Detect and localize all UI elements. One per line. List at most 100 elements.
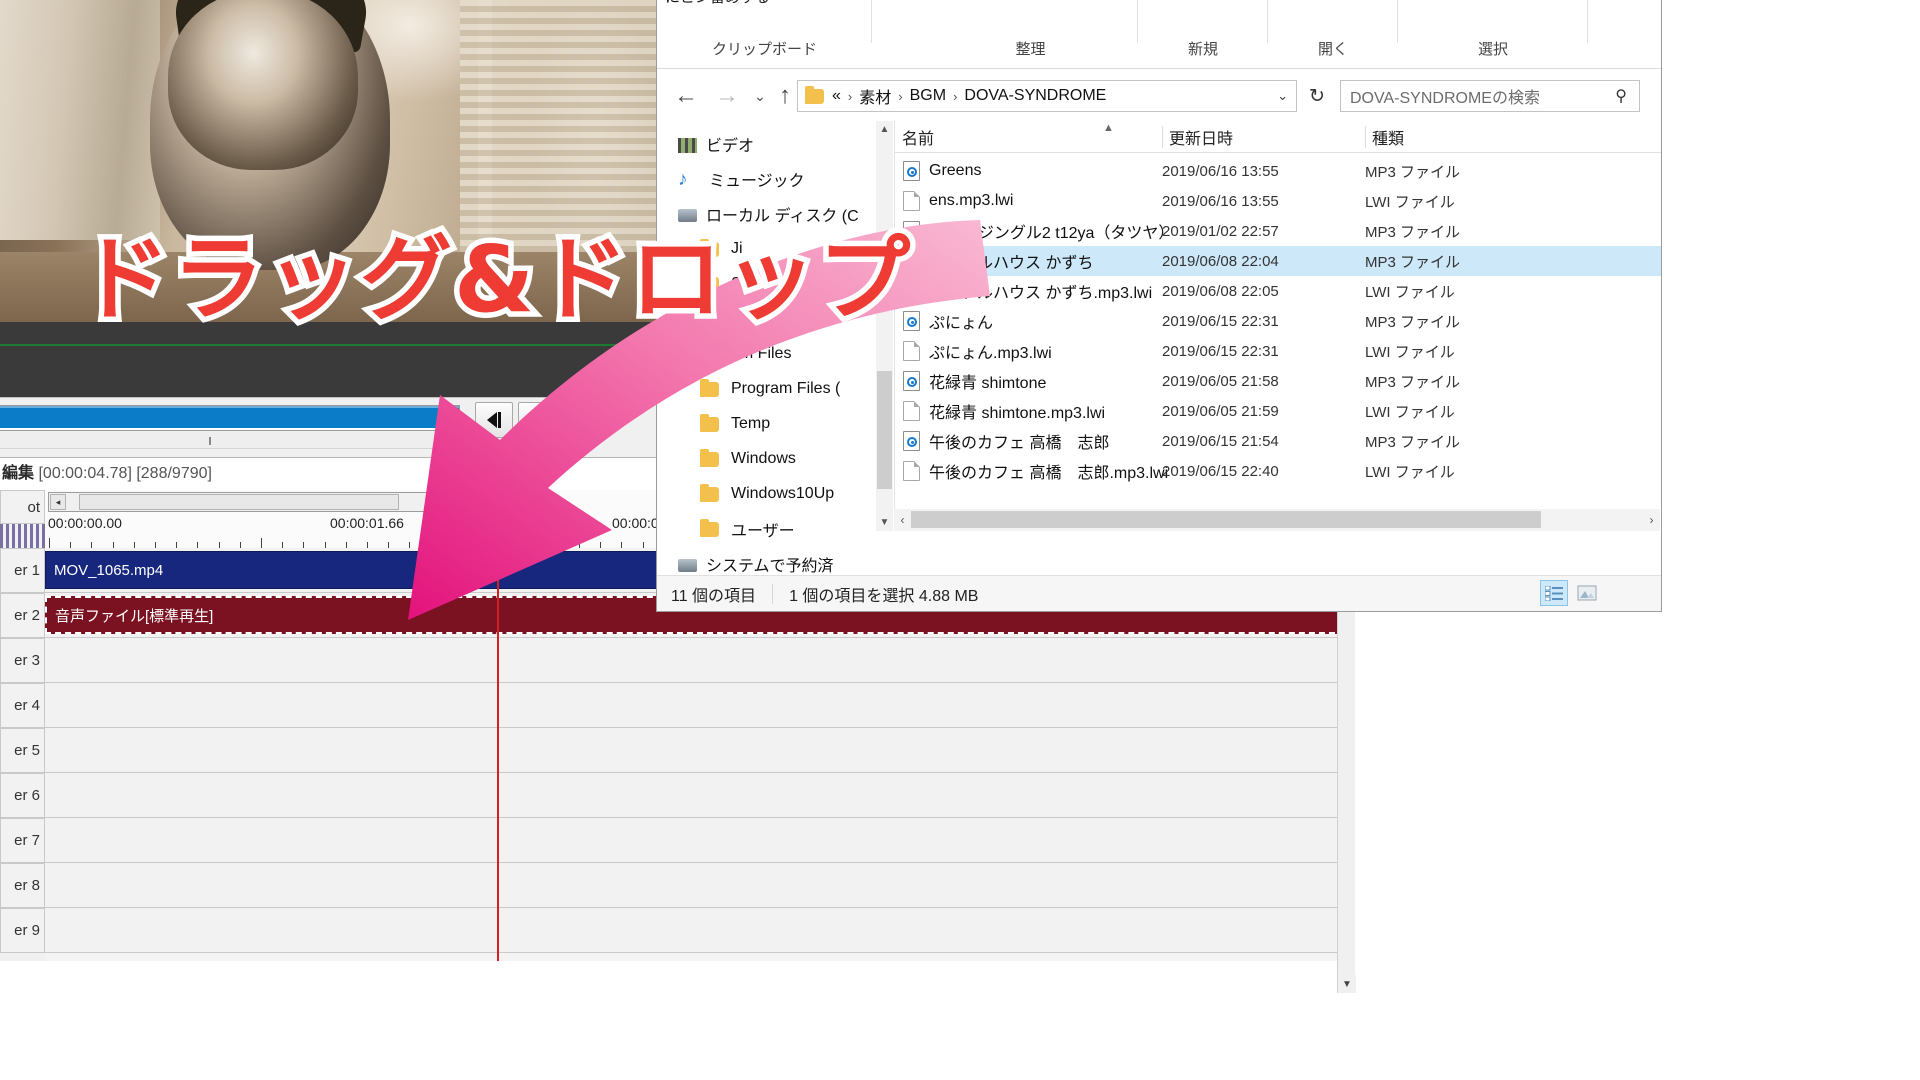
file-list-hscrollbar[interactable]: ‹ › — [894, 509, 1660, 531]
file-date-cell: 2019/06/16 13:55 — [1162, 192, 1279, 210]
file-type-cell: LWI ファイル — [1365, 283, 1455, 301]
timeline-track[interactable] — [45, 908, 1355, 953]
file-name-text: ぷにょん — [929, 315, 994, 332]
status-separator — [772, 583, 774, 604]
layer-name-column: ot er 1 er 2 er 3 er 4 er 5 er 6 er 7 er 8 er 9 — [0, 490, 45, 961]
layer-label: er 4 — [14, 697, 40, 714]
file-type-cell: LWI ファイル — [1365, 403, 1455, 421]
file-name-cell: ens.mp3.lwi — [903, 186, 1013, 216]
timeline-track[interactable] — [45, 773, 1355, 818]
timeline-hscrollbar[interactable]: ◂ — [48, 492, 438, 512]
layer-header-5[interactable]: er 5 — [0, 728, 45, 773]
address-breadcrumb[interactable]: « › 素材 › BGM › DOVA-SYNDROME ⌄ — [797, 80, 1297, 112]
large-icons-view-icon — [1577, 585, 1597, 601]
pin-to-quick-access-button[interactable]: クイック アクセス にピン留めする — [665, 0, 783, 7]
nav-item-label: am Files — [731, 344, 792, 362]
layer-header-4[interactable]: er 4 — [0, 683, 45, 728]
file-row[interactable]: 花緑青 shimtone 2019/06/05 21:58 MP3 ファイル — [895, 366, 1661, 396]
breadcrumb-item-1[interactable]: 素材 — [859, 84, 891, 108]
layer-label: er 7 — [14, 832, 40, 849]
file-list-header: 名前 更新日時 種類 ▲ — [895, 121, 1661, 153]
file-row[interactable]: 午後のカフェ 高橋 志郎 2019/06/15 21:54 MP3 ファイル — [895, 426, 1661, 456]
timeline-track[interactable] — [45, 683, 1355, 728]
folder-icon — [700, 378, 722, 399]
ribbon-group-clipboard-label: クリップボード — [711, 41, 817, 58]
back-button[interactable]: ← — [671, 81, 701, 111]
timeline-track[interactable] — [45, 728, 1355, 773]
file-name-text: 午後のカフェ 高橋 志郎.mp3.lwi — [929, 465, 1169, 482]
file-name-cell: 花緑青 shimtone — [903, 366, 1046, 396]
file-name-text: 花緑青 shimtone.mp3.lwi — [929, 405, 1106, 422]
seek-marker-end — [446, 437, 448, 445]
up-button[interactable]: ↑ — [770, 81, 800, 111]
layer-header-1[interactable]: er 1 — [0, 548, 45, 593]
file-row[interactable]: パステルハウス かずち.mp3.lwi 2019/06/08 22:05 LWI フ… — [895, 276, 1661, 306]
nav-item-0[interactable]: ビデオ — [658, 126, 876, 161]
breadcrumb-item-3[interactable]: DOVA-SYNDROME — [964, 87, 1106, 105]
file-row[interactable]: ens.mp3.lwi 2019/06/16 13:55 LWI ファイル — [895, 186, 1661, 216]
file-row[interactable]: ぷにょん.mp3.lwi 2019/06/15 22:31 LWI ファイル — [895, 336, 1661, 366]
nav-item-1[interactable]: ♪ ミュージック — [658, 161, 876, 196]
layer-header-7[interactable]: er 7 — [0, 818, 45, 863]
prev-frame-button[interactable] — [475, 402, 513, 438]
file-row[interactable]: Greens 2019/06/16 13:55 MP3 ファイル — [895, 156, 1661, 186]
file-type-cell: LWI ファイル — [1365, 193, 1455, 211]
jump-start-button[interactable] — [561, 402, 599, 438]
player-control-bar — [0, 397, 660, 457]
file-row[interactable]: ぷにょん 2019/06/15 22:31 MP3 ファイル — [895, 306, 1661, 336]
layer-header-3[interactable]: er 3 — [0, 638, 45, 683]
navpane-scroll-thumb[interactable] — [877, 371, 892, 489]
layer-header-8[interactable]: er 8 — [0, 863, 45, 908]
ribbon-separator-5 — [1587, 0, 1588, 43]
file-type-cell: MP3 ファイル — [1365, 223, 1461, 241]
column-header-date[interactable]: 更新日時 — [1162, 121, 1365, 153]
layer-header-9[interactable]: er 9 — [0, 908, 45, 953]
timeline-track[interactable] — [45, 818, 1355, 863]
breadcrumb-overflow[interactable]: « — [832, 87, 841, 105]
status-item-count: 11 個の項目 — [671, 587, 757, 605]
file-row[interactable]: パステルハウス かずち 2019/06/08 22:04 MP3 ファイル — [895, 246, 1661, 276]
hscroll-left-arrow[interactable]: ‹ — [894, 509, 911, 531]
breadcrumb-item-2[interactable]: BGM — [910, 87, 946, 105]
seek-slider[interactable] — [0, 405, 460, 431]
timeline-track[interactable] — [45, 863, 1355, 908]
layer-header-6[interactable]: er 6 — [0, 773, 45, 818]
forward-button[interactable]: → — [712, 81, 742, 111]
navpane-scroll-down-arrow[interactable]: ▼ — [876, 514, 893, 531]
preview-curtain — [0, 0, 160, 240]
layer-header-2[interactable]: er 2 — [0, 593, 45, 638]
refresh-button[interactable]: ↻ — [1302, 80, 1332, 112]
column-header-name[interactable]: 名前 — [895, 121, 1162, 153]
file-row[interactable]: PED用ジングル2 t12ya（タツヤ） 2019/01/02 22:57 MP3 … — [895, 216, 1661, 246]
details-view-button[interactable] — [1540, 580, 1568, 606]
playhead[interactable] — [497, 548, 499, 961]
next-frame-button[interactable] — [518, 402, 556, 438]
search-input[interactable]: DOVA-SYNDROMEの検索 ⚲ — [1340, 80, 1640, 112]
nav-item-6[interactable]: am Files — [658, 336, 876, 371]
nav-item-11[interactable]: ユーザー — [658, 511, 876, 546]
timeline-hscroll-thumb[interactable] — [79, 494, 399, 510]
nav-item-10[interactable]: Windows10Up — [658, 476, 876, 511]
seek-scroll-strip[interactable] — [0, 433, 460, 449]
large-icons-view-button[interactable] — [1573, 580, 1601, 606]
hscroll-thumb[interactable] — [911, 511, 1541, 528]
address-chevron-down-icon[interactable]: ⌄ — [1277, 88, 1288, 104]
timeline-hscroll-left-arrow[interactable]: ◂ — [50, 494, 66, 510]
ribbon-group-select: 選択の切り替え 選択 — [1398, 0, 1588, 61]
navpane-scroll-up-arrow[interactable]: ▲ — [876, 121, 893, 138]
file-name-cell: PED用ジングル2 t12ya（タツヤ） — [903, 216, 1174, 246]
hscroll-right-arrow[interactable]: › — [1643, 509, 1660, 531]
nav-item-7[interactable]: Program Files ( — [658, 371, 876, 406]
file-name-cell: パステルハウス かずち.mp3.lwi — [903, 276, 1152, 306]
column-header-type[interactable]: 種類 — [1365, 121, 1565, 153]
nav-item-9[interactable]: Windows — [658, 441, 876, 476]
ruler-tick — [473, 538, 474, 548]
file-type-cell: LWI ファイル — [1365, 463, 1455, 481]
timeline-scroll-down-arrow[interactable]: ▼ — [1338, 975, 1356, 993]
timeline-track[interactable] — [45, 638, 1355, 683]
ruler-tick — [261, 538, 262, 548]
layer-root-cell[interactable]: ot — [0, 490, 45, 524]
file-row[interactable]: 花緑青 shimtone.mp3.lwi 2019/06/05 21:59 LWI … — [895, 396, 1661, 426]
nav-item-8[interactable]: Temp — [658, 406, 876, 441]
file-row[interactable]: 午後のカフェ 高橋 志郎.mp3.lwi 2019/06/15 22:40 LWI … — [895, 456, 1661, 486]
